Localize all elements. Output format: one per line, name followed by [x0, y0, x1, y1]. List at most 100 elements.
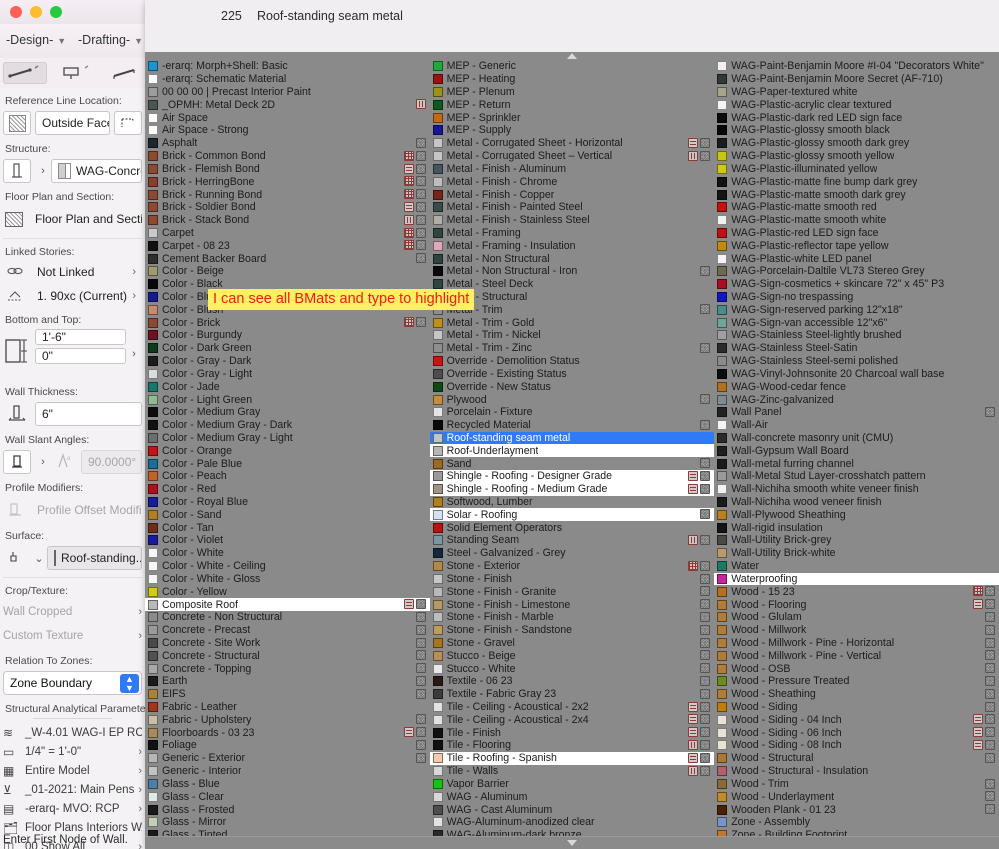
scroll-up-arrow[interactable]	[145, 52, 999, 60]
scroll-down-arrow[interactable]	[145, 836, 999, 849]
material-list-item[interactable]: Color - Burgundy	[145, 329, 430, 342]
material-list-item[interactable]: Tile - Flooring	[430, 739, 715, 752]
material-list-item[interactable]: Wood - Pressure Treated	[714, 675, 999, 688]
material-list-item[interactable]: Stone - Exterior	[430, 560, 715, 573]
material-list-item[interactable]: Color - Red	[145, 483, 430, 496]
material-list-item[interactable]: WAG-Aluminum-anodized clear	[430, 816, 715, 829]
material-list-item[interactable]: WAG-Sign-van accessible 12"x6"	[714, 316, 999, 329]
material-list-item[interactable]: Asphalt	[145, 137, 430, 150]
building-materials-popup[interactable]: 225 Roof-standing seam metal -erarq: Mor…	[145, 0, 999, 849]
material-list-item[interactable]: Brick - Soldier Bond	[145, 201, 430, 214]
material-list-item[interactable]: Textile - 06 23	[430, 675, 715, 688]
reference-line-flip-button[interactable]	[114, 111, 142, 135]
material-list-item[interactable]: Override - Demolition Status	[430, 355, 715, 368]
material-list-item[interactable]: WAG-Stainless Steel-semi polished	[714, 355, 999, 368]
material-list-item[interactable]: WAG-Plastic-glossy smooth black	[714, 124, 999, 137]
material-list-item[interactable]: Generic - Interior	[145, 765, 430, 778]
material-list-item[interactable]: Brick - HerringBone	[145, 175, 430, 188]
material-list-item[interactable]: Metal - Corrugated Sheet - Horizontal	[430, 137, 715, 150]
material-list-item[interactable]: Softwood, Lumber	[430, 496, 715, 509]
material-list-item[interactable]: Color - Tan	[145, 521, 430, 534]
bottom-top-row[interactable]: 1'-6" 0" ›	[3, 329, 142, 379]
material-list-item[interactable]: Wall-Plywood Sheathing	[714, 508, 999, 521]
material-list-item[interactable]: Metal - Trim - Nickel	[430, 329, 715, 342]
material-list-item[interactable]: WAG-Stainless Steel-lightly brushed	[714, 329, 999, 342]
material-list-item[interactable]: Stone - Finish - Limestone	[430, 598, 715, 611]
material-list-item[interactable]: Stone - Finish - Sandstone	[430, 624, 715, 637]
relation-to-zones-select[interactable]: Zone Boundary ▲▼	[3, 671, 142, 695]
material-list-item[interactable]: WAG-Plastic-acrylic clear textured	[714, 98, 999, 111]
chevron-right-icon[interactable]: ›	[35, 456, 51, 468]
material-list-item[interactable]: Wood - Trim	[714, 778, 999, 791]
material-list-item[interactable]: Stucco - Beige	[430, 649, 715, 662]
material-list-item[interactable]: Zone - Assembly	[714, 816, 999, 829]
linked-story-1-value[interactable]: Not Linked ›	[31, 260, 142, 284]
material-list-item[interactable]: Earth	[145, 675, 430, 688]
material-list-item[interactable]: MEP - Generic	[430, 60, 715, 73]
material-list-item[interactable]: Wood - Siding	[714, 701, 999, 714]
structure-value[interactable]: WAG-Concrete... ›	[51, 159, 142, 183]
menu-design[interactable]: -Design-▼	[6, 33, 66, 47]
material-list-item[interactable]: WAG-Paper-textured white	[714, 86, 999, 99]
material-list-item[interactable]: Generic - Exterior	[145, 752, 430, 765]
material-list-item[interactable]: Override - Existing Status	[430, 368, 715, 381]
material-list-item[interactable]: Metal - Non Structural	[430, 252, 715, 265]
chevron-down-icon[interactable]: ⌄	[31, 552, 47, 565]
material-list-item[interactable]: -erarq: Schematic Material	[145, 73, 430, 86]
material-list-item[interactable]: WAG-Plastic-glossy smooth dark grey	[714, 137, 999, 150]
material-list-item[interactable]: Textile - Fabric Gray 23	[430, 688, 715, 701]
material-list-item[interactable]: WAG-Sign-no trespassing	[714, 291, 999, 304]
material-list-item[interactable]: WAG-Paint-Benjamin Moore #I-04 "Decorato…	[714, 60, 999, 73]
material-list-item[interactable]: Color - Brick	[145, 316, 430, 329]
material-list-item[interactable]: Wood - Structural - Insulation	[714, 765, 999, 778]
surface-row[interactable]: ⌄ Roof-standing... ›	[3, 545, 142, 571]
material-list-item[interactable]: Brick - Stack Bond	[145, 214, 430, 227]
material-list-item[interactable]: Wall-Gypsum Wall Board	[714, 444, 999, 457]
material-list-item[interactable]: Foliage	[145, 739, 430, 752]
material-list-item[interactable]: Stone - Finish - Granite	[430, 585, 715, 598]
material-list-item[interactable]: Wood - Underlayment	[714, 790, 999, 803]
profile-modifiers-value[interactable]: Profile Offset Modifiers... ›	[31, 498, 142, 522]
material-list-item[interactable]: WAG-Plastic-dark red LED sign face	[714, 111, 999, 124]
material-list-item[interactable]: WAG-Paint-Benjamin Moore Secret (AF-710)	[714, 73, 999, 86]
wall-slant-row[interactable]: › α 90.0000°	[3, 449, 142, 475]
reference-line-value[interactable]: Outside Face ›	[35, 111, 110, 135]
material-list-item[interactable]: WAG-Plastic-reflector tape yellow	[714, 239, 999, 252]
material-list-item[interactable]: Color - Gray - Dark	[145, 355, 430, 368]
material-list-item[interactable]: MEP - Sprinkler	[430, 111, 715, 124]
material-list-item[interactable]: Wood - Flooring	[714, 598, 999, 611]
material-list-item[interactable]: Cement Backer Board	[145, 252, 430, 265]
material-list-item[interactable]: Vapor Barrier	[430, 778, 715, 791]
material-list-item[interactable]: Roof-Underlayment	[430, 444, 715, 457]
material-list-item[interactable]: Wood - 15 23	[714, 585, 999, 598]
material-list-item[interactable]: WAG-Plastic-illuminated yellow	[714, 163, 999, 176]
wall-straight-tool[interactable]	[3, 62, 47, 84]
material-list-item[interactable]: Wood - Siding - 06 Inch	[714, 726, 999, 739]
material-list-item[interactable]: Wood - Siding - 04 Inch	[714, 713, 999, 726]
wall-slant-angle-input[interactable]: 90.0000°	[81, 450, 142, 474]
material-list-item[interactable]: Color - Jade	[145, 380, 430, 393]
material-list-item[interactable]: Sand	[430, 457, 715, 470]
material-list-item[interactable]: Stone - Finish	[430, 573, 715, 586]
material-list-item[interactable]: Color - Medium Gray - Dark	[145, 419, 430, 432]
material-list-item[interactable]: Glass - Clear	[145, 790, 430, 803]
material-list-item[interactable]: Override - New Status	[430, 380, 715, 393]
material-list-item[interactable]: Air Space	[145, 111, 430, 124]
material-list-item[interactable]: WAG - Cast Aluminum	[430, 803, 715, 816]
material-list-item[interactable]: WAG-Sign-reserved parking 12"x18"	[714, 303, 999, 316]
structure-row[interactable]: › WAG-Concrete... ›	[3, 158, 142, 184]
material-list-item[interactable]: WAG-Porcelain-Daltile VL73 Stereo Grey	[714, 265, 999, 278]
material-list-item[interactable]: Fabric - Leather	[145, 701, 430, 714]
material-list-item[interactable]: Recycled Material	[430, 419, 715, 432]
material-list-item[interactable]: Wood - Millwork - Pine - Vertical	[714, 649, 999, 662]
wall-chained-tool[interactable]	[56, 62, 100, 84]
material-list-item[interactable]: Solar - Roofing	[430, 508, 715, 521]
slant-type-button[interactable]	[3, 450, 31, 474]
material-list-item[interactable]: Solid Element Operators	[430, 521, 715, 534]
material-list-item[interactable]: WAG-Plastic-matte smooth white	[714, 214, 999, 227]
profile-modifiers-row[interactable]: Profile Offset Modifiers... ›	[3, 497, 142, 523]
material-list-item[interactable]: Carpet	[145, 227, 430, 240]
material-list-item[interactable]: Color - White - Ceiling	[145, 560, 430, 573]
material-list-item[interactable]: Color - Gray - Light	[145, 368, 430, 381]
material-list-item[interactable]: WAG-Plastic-red LED sign face	[714, 227, 999, 240]
